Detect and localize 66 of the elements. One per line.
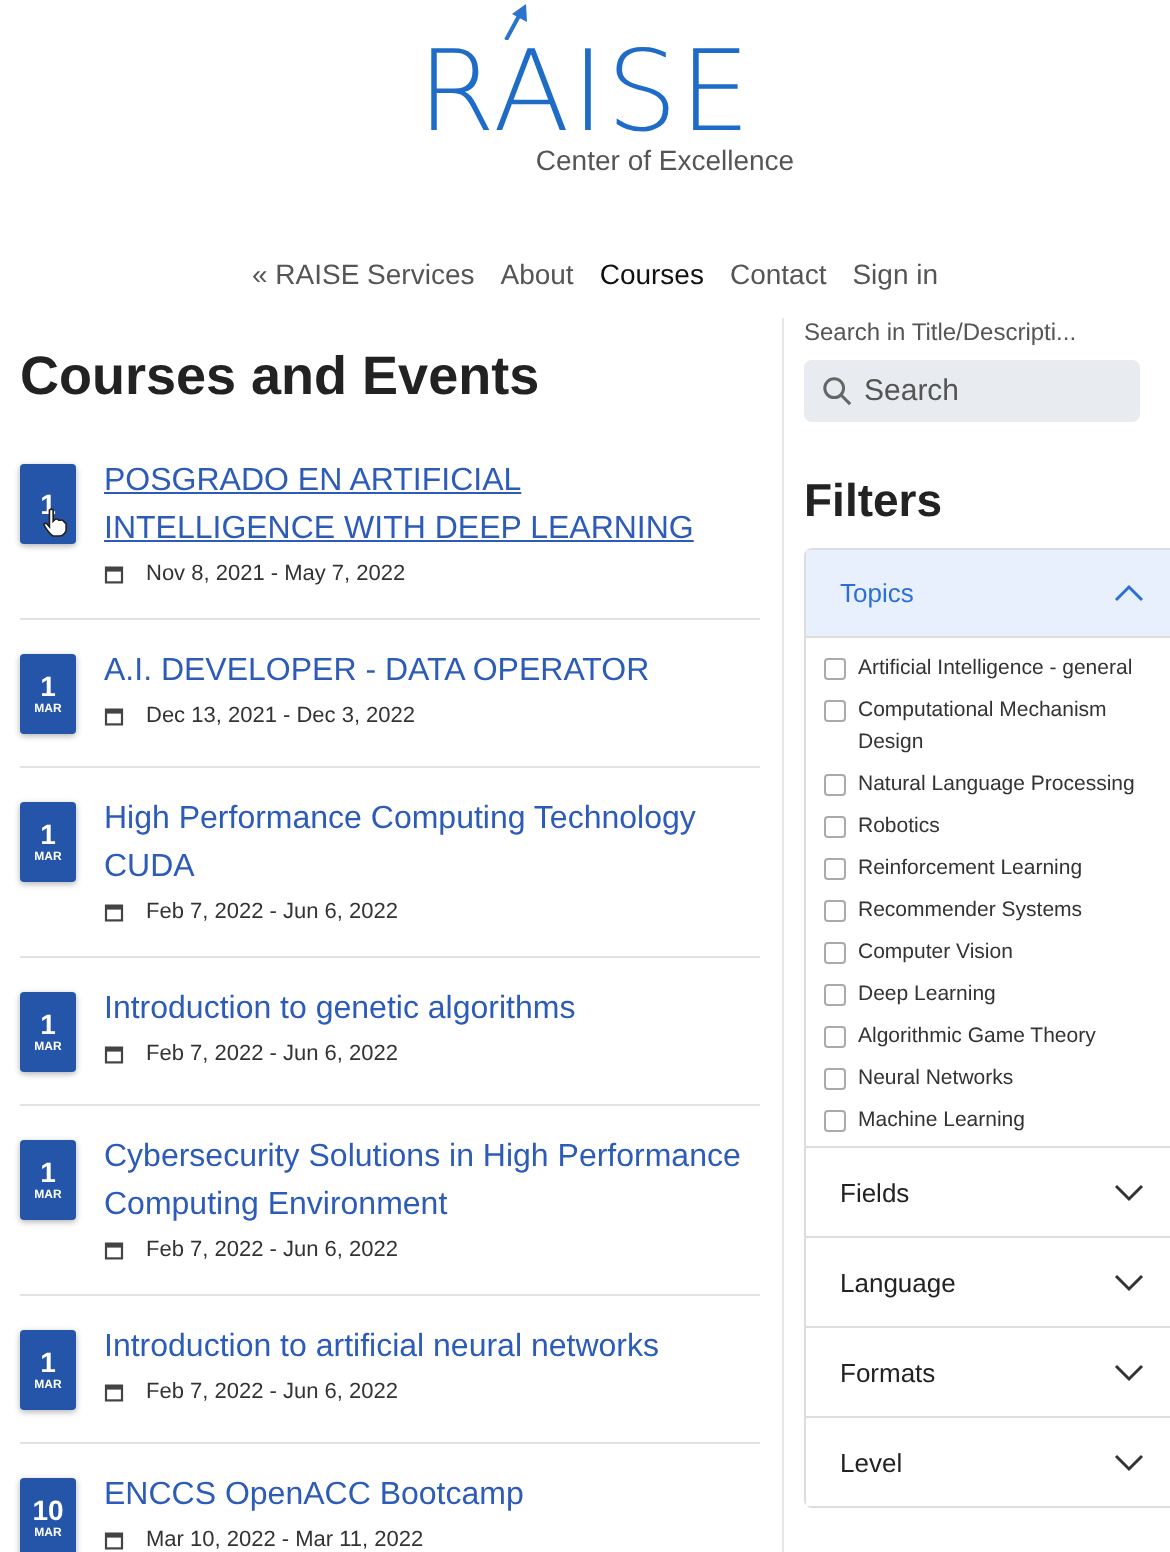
checkbox-label: Natural Language Processing <box>858 769 1135 799</box>
checkbox-label: Computer Vision <box>858 937 1013 967</box>
search-label: Search in Title/Descripti... <box>804 318 1079 346</box>
event-dates: Feb 7, 2022 - Jun 6, 2022 <box>146 1380 398 1404</box>
checkbox[interactable] <box>824 941 846 963</box>
checkbox[interactable] <box>824 983 846 1005</box>
checkbox[interactable] <box>824 899 846 921</box>
badge-day: 1 <box>40 1009 56 1039</box>
nav-link[interactable]: Sign in <box>852 258 939 290</box>
search-icon <box>822 376 852 406</box>
event-dates: Dec 13, 2021 - Dec 3, 2022 <box>146 704 416 728</box>
arrow-icon <box>501 4 530 40</box>
checkbox[interactable] <box>824 699 846 721</box>
badge-day: 1 <box>40 1157 56 1187</box>
event-dates: Feb 7, 2022 - Jun 6, 2022 <box>146 1042 398 1066</box>
checkbox[interactable] <box>824 773 846 795</box>
calendar-icon <box>104 706 124 726</box>
checkbox-label: Computational Mechanism Design <box>858 695 1109 757</box>
chevron-icon <box>1114 1363 1144 1381</box>
badge-day: 1 <box>40 819 56 849</box>
event-dates: Nov 8, 2021 - May 7, 2022 <box>146 562 406 586</box>
page-heading: Courses and Events <box>20 346 542 408</box>
search-field[interactable]: Search <box>804 360 1140 422</box>
checkbox[interactable] <box>824 815 846 837</box>
checkbox[interactable] <box>824 857 846 879</box>
checkbox[interactable] <box>824 1109 846 1131</box>
checkbox-label: Algorithmic Game Theory <box>858 1021 1096 1051</box>
event-title-link[interactable]: High Performance Computing Technology CUDA <box>104 796 760 892</box>
checkbox-label: Robotics <box>858 811 940 841</box>
checkbox[interactable] <box>824 1025 846 1047</box>
nav-link[interactable]: Contact <box>729 258 827 290</box>
checkbox-label: Deep Learning <box>858 979 996 1009</box>
event-title-link[interactable]: A.I. DEVELOPER - DATA OPERATOR <box>104 648 650 696</box>
calendar-icon <box>104 1382 124 1402</box>
calendar-icon <box>104 1240 124 1260</box>
filters-heading: Filters <box>804 474 945 528</box>
event-title-link[interactable]: POSGRADO EN ARTIFICIAL INTELLIGENCE WITH DEEP LEARNING <box>104 458 760 554</box>
checkbox[interactable] <box>824 1067 846 1089</box>
checkbox-label: Neural Networks <box>858 1063 1014 1093</box>
badge-day: 1 <box>40 671 56 701</box>
event-dates: Feb 7, 2022 - Jun 6, 2022 <box>146 1238 398 1262</box>
event-title-link[interactable]: Introduction to artificial neural networks <box>104 1324 659 1372</box>
badge-day: 1 <box>40 1347 56 1377</box>
event-dates: Feb 7, 2022 - Jun 6, 2022 <box>146 900 398 924</box>
nav-link[interactable]: Courses <box>599 258 704 290</box>
event-title-link[interactable]: Cybersecurity Solutions in High Performance Computing Environment <box>104 1134 760 1230</box>
calendar-icon <box>104 564 124 584</box>
checkbox[interactable] <box>824 657 846 679</box>
accordion-header[interactable]: Topics <box>806 550 1170 638</box>
badge-day: 10 <box>32 1495 64 1525</box>
calendar-icon <box>104 902 124 922</box>
calendar-icon <box>104 1530 124 1550</box>
chevron-icon <box>1114 584 1144 602</box>
nav-link[interactable]: « RAISE Services <box>251 258 475 290</box>
event-title-link[interactable]: Introduction to genetic algorithms <box>104 986 576 1034</box>
chevron-icon <box>1114 1453 1144 1471</box>
checkbox-label: Reinforcement Learning <box>858 853 1083 883</box>
chevron-icon <box>1114 1273 1144 1291</box>
event-dates: Mar 10, 2022 - Mar 11, 2022 <box>146 1528 424 1552</box>
checkbox-label: Artificial Intelligence - general <box>858 653 1133 683</box>
checkbox-label: Machine Learning <box>858 1105 1025 1135</box>
nav-link[interactable]: About <box>500 258 574 290</box>
chevron-icon <box>1114 1183 1144 1201</box>
calendar-icon <box>104 1044 124 1064</box>
checkbox-label: Recommender Systems <box>858 895 1083 925</box>
event-title-link[interactable]: ENCCS OpenACC Bootcamp <box>104 1472 524 1520</box>
